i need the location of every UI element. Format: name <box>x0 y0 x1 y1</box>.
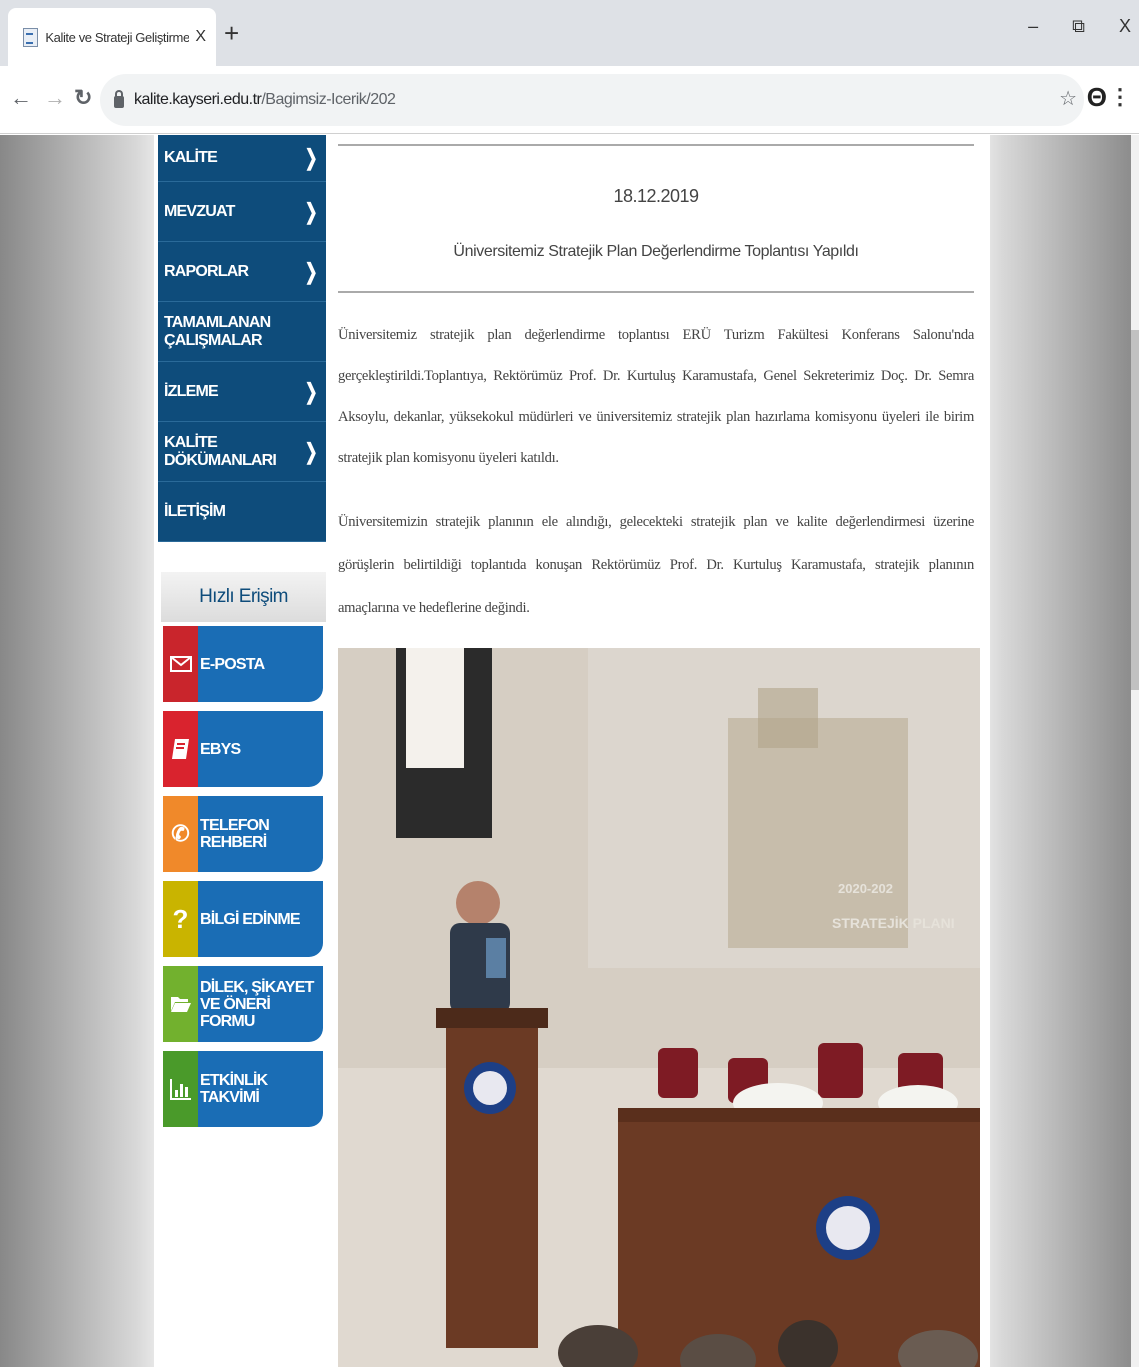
menu-item-label: MEVZUAT <box>164 202 235 220</box>
divider <box>338 291 974 293</box>
menu-item-izleme[interactable]: İZLEME ❯ <box>158 362 326 422</box>
quick-item-dilek-sikayet[interactable]: DİLEK, ŞİKAYET VE ÖNERİ FORMU <box>163 966 323 1042</box>
news-article: 18.12.2019 Üniversitemiz Stratejik Plan … <box>338 135 974 630</box>
quick-access-header: Hızlı Erişim <box>161 572 326 622</box>
menu-item-tamamlanan-calismalar[interactable]: TAMAMLANAN ÇALIŞMALAR <box>158 302 326 362</box>
chevron-right-icon: ❯ <box>304 145 318 170</box>
reload-icon[interactable]: ↻ <box>74 86 92 110</box>
bar-chart-icon <box>163 1051 198 1127</box>
menu-item-label: KALİTE <box>164 149 218 166</box>
profile-avatar-icon[interactable]: Θ <box>1087 82 1107 113</box>
bookmark-star-icon[interactable]: ☆ <box>1059 86 1077 111</box>
window-controls: – ⧉ X <box>1028 16 1131 37</box>
menu-item-label: RAPORLAR <box>164 262 249 280</box>
close-window-button[interactable]: X <box>1119 16 1131 37</box>
browser-tab-bar: Kalite ve Strateji Geliştirme Uygul X + … <box>0 0 1139 66</box>
phone-icon: ✆ <box>163 796 198 872</box>
quick-item-bilgi-edinme[interactable]: ? BİLGİ EDİNME <box>163 881 323 957</box>
forward-arrow-icon[interactable]: → <box>44 86 66 110</box>
article-headline: Üniversitemiz Stratejik Plan Değerlendir… <box>453 243 859 260</box>
article-photo: 2020-202 STRATEJİK PLANI <box>338 648 980 1367</box>
page-viewport: KALİTE ❯ MEVZUAT ❯ RAPORLAR ❯ TAMAMLANAN… <box>0 135 1139 1367</box>
screen-slide-text: 2020-202 <box>838 881 893 896</box>
sidebar-menu: KALİTE ❯ MEVZUAT ❯ RAPORLAR ❯ TAMAMLANAN… <box>158 135 326 542</box>
menu-item-kalite-dokumanlari[interactable]: KALİTE DÖKÜMANLARI ❯ <box>158 422 326 482</box>
lock-icon <box>114 90 124 108</box>
book-icon <box>163 711 198 787</box>
article-date: 18.12.2019 <box>613 186 699 206</box>
minimize-button[interactable]: – <box>1028 16 1038 37</box>
quick-item-etkinlik-takvimi[interactable]: ETKİNLİK TAKVİMİ <box>163 1051 323 1127</box>
menu-item-label: İZLEME <box>164 382 219 400</box>
scrollbar-thumb[interactable] <box>1131 330 1139 690</box>
quick-item-label: EBYS <box>200 740 241 758</box>
menu-item-label: KALİTE DÖKÜMANLARI <box>164 433 277 469</box>
quick-access-list: E-POSTA EBYS ✆ TELEFON REHBERİ ? BİLGİ E… <box>163 626 323 1136</box>
chevron-right-icon: ❯ <box>304 258 318 284</box>
article-paragraph: Üniversitemiz stratejik plan değerlendir… <box>338 327 974 466</box>
chevron-right-icon: ❯ <box>304 378 318 404</box>
new-tab-button[interactable]: + <box>224 20 239 46</box>
menu-item-mevzuat[interactable]: MEVZUAT ❯ <box>158 182 326 242</box>
article-paragraph: Üniversitemizin stratejik planının ele a… <box>338 514 974 616</box>
browser-toolbar: ← → ↻ kalite.kayseri.edu.tr/Bagimsiz-Ice… <box>0 66 1139 134</box>
chevron-right-icon: ❯ <box>304 198 318 224</box>
url-path: /Bagimsiz-Icerik/202 <box>261 91 396 108</box>
folder-icon <box>163 966 198 1042</box>
envelope-icon <box>163 626 198 702</box>
menu-item-kalite[interactable]: KALİTE ❯ <box>158 135 326 182</box>
menu-item-label: İLETİŞİM <box>164 502 226 520</box>
chevron-right-icon: ❯ <box>304 438 318 464</box>
divider <box>338 144 974 146</box>
quick-item-label: DİLEK, ŞİKAYET VE ÖNERİ FORMU <box>200 978 314 1030</box>
quick-item-label: E-POSTA <box>200 655 265 673</box>
quick-access-title: Hızlı Erişim <box>199 586 288 607</box>
back-arrow-icon[interactable]: ← <box>10 86 32 110</box>
browser-tab[interactable]: Kalite ve Strateji Geliştirme Uygul X <box>8 8 216 66</box>
vertical-scrollbar[interactable] <box>1131 135 1139 1367</box>
menu-item-label: TAMAMLANAN ÇALIŞMALAR <box>164 313 271 349</box>
quick-item-ebys[interactable]: EBYS <box>163 711 323 787</box>
address-bar[interactable]: kalite.kayseri.edu.tr/Bagimsiz-Icerik/20… <box>100 74 1084 126</box>
menu-item-iletisim[interactable]: İLETİŞİM <box>158 482 326 542</box>
quick-item-label: BİLGİ EDİNME <box>200 910 301 928</box>
kebab-menu-icon[interactable]: ⋮ <box>1109 84 1131 110</box>
question-icon: ? <box>163 881 198 957</box>
tab-title: Kalite ve Strateji Geliştirme Uygul <box>45 29 190 45</box>
page-favicon-icon <box>22 28 39 47</box>
menu-item-raporlar[interactable]: RAPORLAR ❯ <box>158 242 326 302</box>
quick-item-e-posta[interactable]: E-POSTA <box>163 626 323 702</box>
tab-close-button[interactable]: X <box>195 28 206 46</box>
screen-slide-text: STRATEJİK PLANI <box>832 915 955 931</box>
quick-item-telefon-rehberi[interactable]: ✆ TELEFON REHBERİ <box>163 796 323 872</box>
restore-button[interactable]: ⧉ <box>1072 16 1085 37</box>
url-host: kalite.kayseri.edu.tr <box>134 91 262 108</box>
quick-item-label: TELEFON REHBERİ <box>200 817 270 851</box>
quick-item-label: ETKİNLİK TAKVİMİ <box>200 1072 268 1106</box>
